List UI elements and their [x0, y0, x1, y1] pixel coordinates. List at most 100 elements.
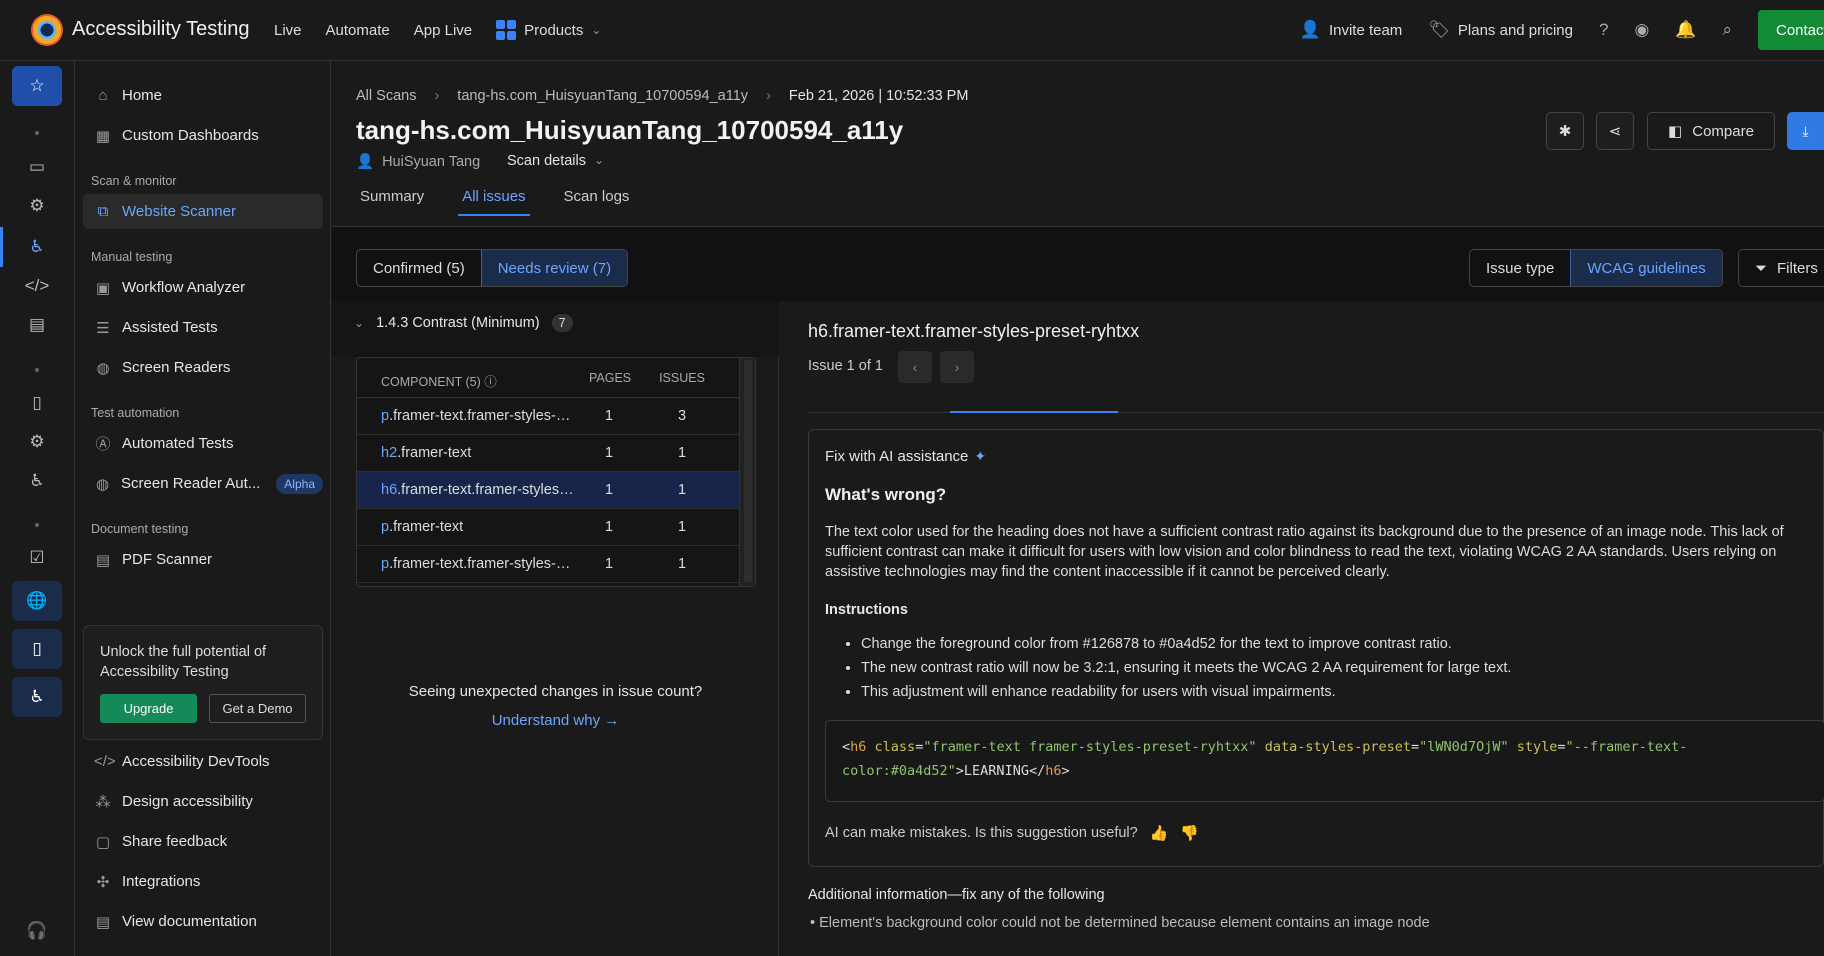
contact-button[interactable]: Contact	[1758, 10, 1824, 50]
issue-description: The text color used for the heading does…	[825, 524, 1784, 580]
nav-automate[interactable]: Automate	[326, 22, 390, 39]
invite-team-link[interactable]: 👤 Invite team	[1300, 20, 1403, 40]
app-automate-icon[interactable]: ⚙	[12, 422, 62, 462]
account-icon[interactable]: ◉	[1634, 20, 1649, 40]
table-row-selected[interactable]: h6.framer-text.framer-styles-preset-ryht…	[357, 472, 741, 509]
live-icon[interactable]: ▭	[12, 147, 62, 187]
sidebar-item-design-accessibility[interactable]: ⁂ Design accessibility	[83, 784, 323, 819]
rail-separator	[35, 131, 39, 135]
sidebar-item-screen-readers[interactable]: ◍ Screen Readers	[83, 350, 323, 385]
headset-icon[interactable]: 🎧	[12, 911, 62, 951]
thumbs-up-icon[interactable]: 👍	[1150, 824, 1169, 842]
feedback-prompt: AI can make mistakes. Is this suggestion…	[825, 825, 1138, 841]
accessibility-app-icon[interactable]: ♿	[12, 677, 62, 717]
upgrade-button[interactable]: Upgrade	[100, 694, 197, 723]
search-icon[interactable]: ⌕	[1722, 20, 1732, 40]
issue-detail-pane: h6.framer-text.framer-styles-preset-ryht…	[780, 301, 1824, 956]
plans-pricing-link[interactable]: 🏷 Plans and pricing	[1428, 20, 1573, 40]
sidebar-item-label: Screen Reader Aut...	[121, 475, 261, 492]
report-icon[interactable]: ▤	[12, 305, 62, 345]
automated-icon: Ⓐ	[95, 436, 111, 453]
prev-issue-button[interactable]: ‹	[898, 351, 932, 383]
mobile-icon[interactable]: ▯	[12, 629, 62, 669]
tab-all-issues[interactable]: All issues	[458, 176, 530, 216]
sparkle-icon: ✦	[974, 448, 987, 464]
star-icon[interactable]: ☆	[12, 66, 62, 106]
sidebar-item-devtools[interactable]: </> Accessibility DevTools	[83, 744, 323, 779]
issue-title: h6.framer-text.framer-styles-preset-ryht…	[808, 321, 1140, 341]
table-row[interactable]: h2.framer-text 1 1	[357, 435, 741, 472]
checklist-icon[interactable]: ☑	[12, 538, 62, 578]
globe-icon[interactable]: 🌐	[12, 581, 62, 621]
sidebar-item-integrations[interactable]: ✣ Integrations	[83, 864, 323, 899]
sidebar-item-pdf-scanner[interactable]: ▤ PDF Scanner	[83, 542, 323, 577]
nav-app-live[interactable]: App Live	[414, 22, 472, 39]
accessibility-icon[interactable]: ♿	[12, 227, 62, 267]
main-content: All Scans › tang-hs.com_HuisyuanTang_107…	[332, 61, 1824, 956]
list-item: The new contrast ratio will now be 3.2:1…	[861, 658, 1811, 682]
document-icon: ▤	[95, 913, 111, 931]
tab-summary[interactable]: Summary	[356, 176, 428, 216]
nav-live[interactable]: Live	[274, 22, 302, 39]
share-icon: ⋖	[1608, 123, 1622, 140]
download-icon: ⤓	[1802, 122, 1809, 139]
list-item: This adjustment will enhance readability…	[861, 682, 1811, 706]
issue-group-header[interactable]: ⌄ 1.4.3 Contrast (Minimum) 7	[332, 301, 779, 357]
breadcrumb-all-scans[interactable]: All Scans	[356, 88, 416, 104]
sidebar-item-custom-dashboards[interactable]: ▦ Custom Dashboards	[83, 118, 323, 153]
info-icon[interactable]: ⓘ	[484, 375, 497, 389]
sidebar-item-automated-tests[interactable]: Ⓐ Automated Tests	[83, 426, 323, 461]
next-issue-button[interactable]: ›	[940, 351, 974, 383]
sidebar-item-screen-reader-automation[interactable]: ◍ Screen Reader Aut... Alpha	[83, 466, 323, 501]
sidebar-item-share-feedback[interactable]: ▢ Share feedback	[83, 824, 323, 859]
ai-assist-heading: Fix with AI assistance ✦	[825, 448, 987, 465]
group-count-badge: 7	[551, 314, 573, 332]
automate-icon[interactable]: ⚙	[12, 186, 62, 226]
table-row[interactable]: p.framer-text.framer-styles-preset 1 3	[357, 398, 741, 435]
breadcrumb-date: Feb 21, 2026 | 10:52:33 PM	[788, 88, 969, 104]
understand-why-link[interactable]: Understand why →	[332, 712, 779, 729]
sidebar-item-home[interactable]: ⌂ Home	[83, 78, 323, 113]
figma-icon: ⁂	[95, 793, 111, 811]
table-row[interactable]: p.framer-text.framer-styles-preset 1 1	[357, 546, 741, 583]
share-button[interactable]: ⋖	[1596, 112, 1634, 150]
needs-review-toggle[interactable]: Needs review (7)	[480, 250, 628, 286]
device-icon[interactable]: ▯	[12, 383, 62, 423]
help-icon[interactable]: ?	[1599, 20, 1608, 40]
compare-button[interactable]: ◧ Compare	[1647, 112, 1775, 150]
sidebar-item-workflow-analyzer[interactable]: ▣ Workflow Analyzer	[83, 270, 323, 305]
bell-icon[interactable]: 🔔	[1675, 20, 1696, 40]
app-accessibility-icon[interactable]: ♿	[12, 461, 62, 501]
section-test-automation: Test automation	[91, 406, 180, 420]
top-right-actions: 👤 Invite team 🏷 Plans and pricing ? ◉ 🔔 …	[1300, 0, 1824, 60]
home-icon: ⌂	[98, 87, 108, 104]
scan-details-label: Scan details	[507, 153, 586, 169]
nav-products[interactable]: Products ⌄	[496, 20, 601, 40]
download-button[interactable]: ⤓	[1787, 112, 1824, 150]
app-title[interactable]: Accessibility Testing	[72, 18, 249, 41]
table-row[interactable]: p.framer-text 1 1	[357, 509, 741, 546]
col-pages: PAGES	[589, 371, 632, 385]
table-scrollbar[interactable]	[739, 358, 755, 586]
bug-button[interactable]: ✱	[1546, 112, 1584, 150]
thumbs-down-icon[interactable]: 👎	[1180, 824, 1199, 842]
compare-icon: ◧	[1668, 123, 1683, 140]
filters-button[interactable]: ⏷ Filters	[1738, 249, 1824, 287]
wcag-guidelines-toggle[interactable]: WCAG guidelines	[1570, 250, 1722, 286]
sidebar-item-documentation[interactable]: ▤ View documentation	[83, 904, 323, 939]
get-demo-button[interactable]: Get a Demo	[209, 694, 306, 723]
issue-type-toggle[interactable]: Issue type	[1470, 250, 1570, 286]
code-snippet[interactable]: <h6 class="framer-text framer-styles-pre…	[825, 720, 1824, 802]
tab-scan-logs[interactable]: Scan logs	[560, 176, 634, 216]
products-grid-icon	[496, 20, 517, 40]
app-logo[interactable]	[31, 14, 63, 46]
sidebar-item-website-scanner[interactable]: ⧉ Website Scanner	[83, 194, 323, 229]
code-icon[interactable]: </>	[12, 266, 62, 306]
confirmed-toggle[interactable]: Confirmed (5)	[357, 250, 481, 286]
table-header: COMPONENT (5) ⓘ PAGES ISSUES	[357, 358, 741, 398]
breadcrumb-scan[interactable]: tang-hs.com_HuisyuanTang_10700594_a11y	[457, 88, 748, 104]
list-item: Change the foreground color from #126878…	[861, 634, 1811, 658]
scan-details-toggle[interactable]: Scan details ⌄	[507, 153, 604, 169]
sidebar-item-assisted-tests[interactable]: ☰ Assisted Tests	[83, 310, 323, 345]
additional-info-heading: Additional information—fix any of the fo…	[808, 887, 1105, 903]
